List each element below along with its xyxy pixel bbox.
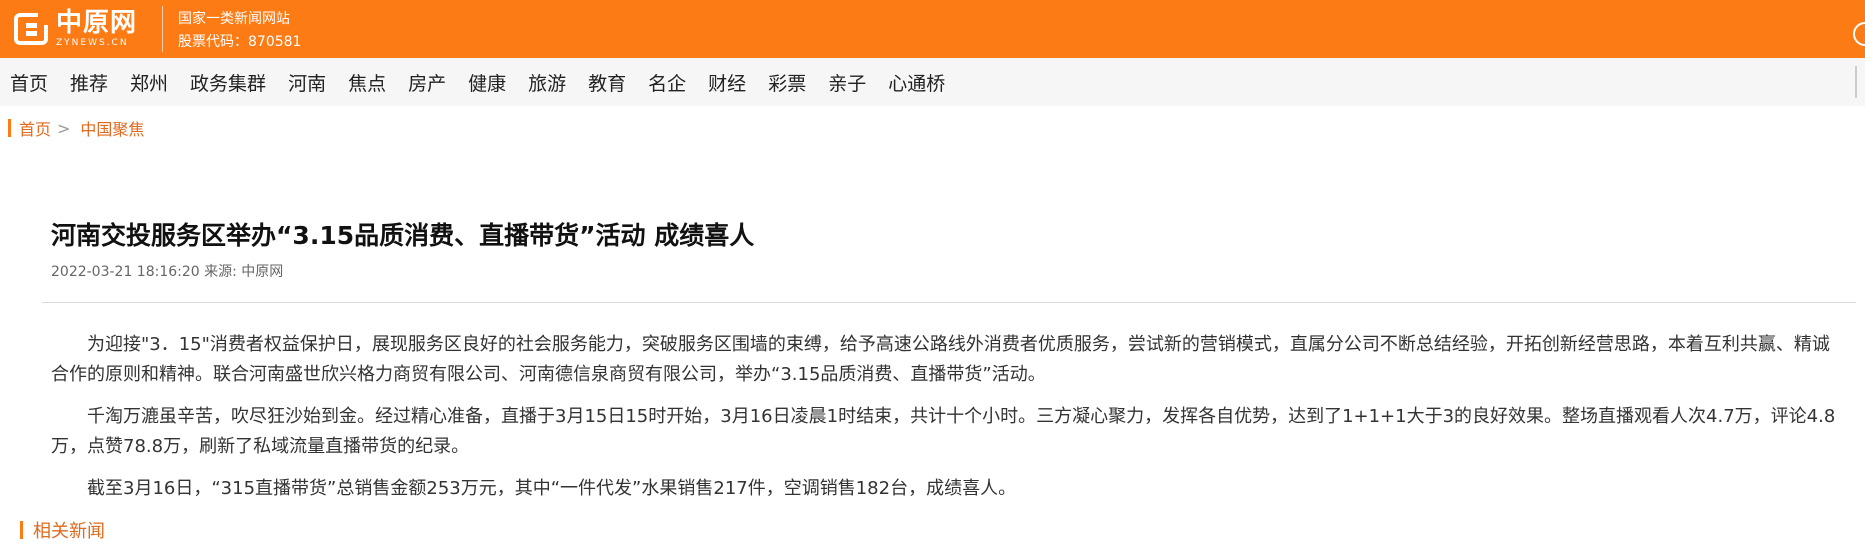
article-divider	[42, 302, 1856, 303]
article-body: 为迎接"3．15"消费者权益保护日，展现服务区良好的社会服务能力，突破服务区围墙…	[51, 330, 1847, 516]
related-news-heading: 相关新闻	[20, 520, 105, 542]
user-icon[interactable]	[1853, 22, 1865, 46]
nav-item[interactable]: 河南	[288, 69, 326, 96]
nav-item[interactable]: 郑州	[130, 69, 168, 96]
related-news-label: 相关新闻	[33, 521, 105, 542]
nav-item[interactable]: 财经	[708, 69, 746, 96]
article-title: 河南交投服务区举办“3.15品质消费、直播带货”活动 成绩喜人	[51, 221, 755, 250]
breadcrumb-separator: >	[57, 118, 71, 138]
logo-text-en: ZYNEWS.CN	[56, 38, 129, 48]
nav-item[interactable]: 名企	[648, 69, 686, 96]
nav-item[interactable]: 教育	[588, 69, 626, 96]
nav-list: 首页 推荐 郑州 政务集群 河南 焦点 房产 健康 旅游 教育 名企 财经 彩票 亲子 心通桥	[10, 58, 967, 106]
nav-item[interactable]: 旅游	[528, 69, 566, 96]
article-paragraph: 截至3月16日，“315直播带货”总销售金额253万元，其中“一件代发”水果销售…	[87, 478, 1017, 499]
nav-item[interactable]: 房产	[408, 69, 446, 96]
breadcrumb-marker	[8, 119, 11, 137]
nav-item[interactable]: 彩票	[768, 69, 806, 96]
header-divider	[162, 6, 163, 52]
article-paragraph: 千淘万漉虽辛苦，吹尽狂沙始到金。经过精心准备，直播于3月15日15时开始，3月1…	[51, 406, 1836, 457]
nav-item[interactable]: 健康	[468, 69, 506, 96]
nav-item[interactable]: 推荐	[70, 69, 108, 96]
stock-code: 股票代码：870581	[178, 34, 302, 50]
nav-item[interactable]: 心通桥	[888, 69, 945, 96]
logo-icon	[14, 11, 50, 47]
breadcrumb-current[interactable]: 中国聚焦	[80, 116, 144, 140]
nav-item[interactable]: 焦点	[348, 69, 386, 96]
nav-item[interactable]: 政务集群	[190, 69, 266, 96]
nav-item[interactable]: 首页	[10, 69, 48, 96]
breadcrumb-home[interactable]: 首页	[19, 116, 51, 140]
main-nav: 首页 推荐 郑州 政务集群 河南 焦点 房产 健康 旅游 教育 名企 财经 彩票 亲子 心通桥	[0, 58, 1865, 106]
logo-text-cn: 中原网	[56, 8, 138, 38]
nav-item[interactable]: 亲子	[828, 69, 866, 96]
article-meta: 2022-03-21 18:16:20 来源: 中原网	[51, 264, 284, 280]
article-paragraph: 为迎接"3．15"消费者权益保护日，展现服务区良好的社会服务能力，突破服务区围墙…	[51, 334, 1830, 385]
header-info: 国家一类新闻网站 股票代码：870581	[178, 8, 301, 54]
site-tagline: 国家一类新闻网站	[178, 11, 290, 27]
site-header: 中原网 ZYNEWS.CN 国家一类新闻网站 股票代码：870581	[0, 0, 1865, 58]
site-logo[interactable]: 中原网 ZYNEWS.CN	[14, 10, 137, 48]
related-news-marker	[20, 521, 23, 539]
nav-scroll-edge	[1855, 66, 1865, 98]
breadcrumb: 首页 > 中国聚焦	[8, 116, 144, 140]
